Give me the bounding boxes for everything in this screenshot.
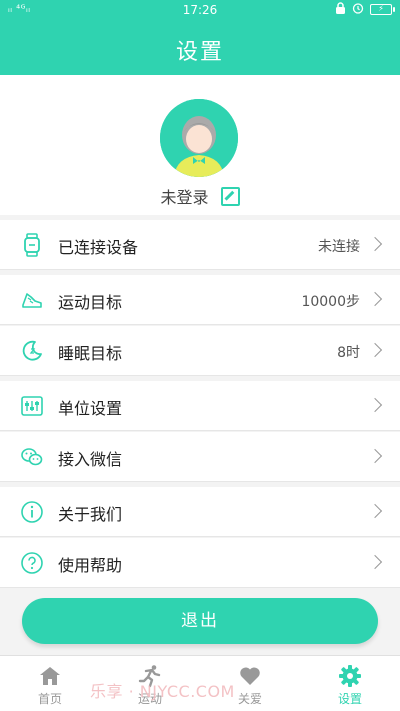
login-status-text: 未登录 [160,188,209,207]
menu-item-sleep-goal[interactable]: 睡眠目标 8时 [0,326,400,376]
menu-item-label: 睡眠目标 [58,344,123,363]
login-row[interactable]: 未登录 [0,184,400,208]
chevron-right-icon [367,448,383,464]
status-icons: ⚡ [335,2,395,17]
menu-item-help[interactable]: 使用帮助 [0,538,400,588]
wechat-icon [20,445,44,469]
chevron-right-icon [367,503,383,519]
moon-icon [20,339,44,363]
chevron-right-icon [367,554,383,570]
gear-icon [338,664,362,688]
menu-item-label: 运动目标 [58,293,123,312]
home-icon [38,664,62,688]
menu-item-device[interactable]: 已连接设备 未连接 [0,220,400,270]
chevron-right-icon [367,291,383,307]
menu-item-wechat[interactable]: 接入微信 [0,432,400,482]
chevron-right-icon [367,236,383,252]
tab-label: 首页 [37,692,62,706]
menu-item-exercise-goal[interactable]: 运动目标 10000步 [0,275,400,325]
battery-icon: ⚡ [370,4,395,15]
menu-item-label: 接入微信 [58,450,123,469]
alarm-icon [352,2,364,17]
help-icon [20,551,44,575]
page-title: 设置 [175,40,224,65]
watch-icon [20,233,44,257]
menu-item-value: 未连接 [318,239,360,255]
heart-icon [238,664,262,688]
profile-section: 未登录 [0,75,400,215]
lock-icon [335,2,346,17]
menu-item-value: 8时 [337,345,360,361]
tab-label: 设置 [337,692,362,706]
user-avatar-icon [160,99,238,177]
sliders-icon [20,394,44,418]
info-icon [20,500,44,524]
avatar[interactable] [160,99,238,177]
status-bar: ᵢₗ ⁴ᴳᵢₗ 17:26 ⚡ [0,0,400,22]
menu-item-label: 使用帮助 [58,556,123,575]
tab-home[interactable]: 首页 [0,656,100,711]
shoe-icon [20,288,44,312]
chevron-right-icon [367,397,383,413]
menu-item-units[interactable]: 单位设置 [0,381,400,431]
tab-settings[interactable]: 设置 [300,656,400,711]
menu-item-label: 已连接设备 [58,238,139,257]
header-bar: ᵢₗ ⁴ᴳᵢₗ 17:26 ⚡ 设置 [0,0,400,75]
menu-item-value: 10000步 [301,294,360,310]
logout-button[interactable]: 退出 [22,598,378,644]
edit-icon[interactable] [220,187,240,206]
menu-item-about[interactable]: 关于我们 [0,487,400,537]
chevron-right-icon [367,342,383,358]
watermark-text: 乐享 · NJYCC.COM [90,682,235,701]
menu-item-label: 单位设置 [58,399,123,418]
menu-item-label: 关于我们 [58,505,123,524]
